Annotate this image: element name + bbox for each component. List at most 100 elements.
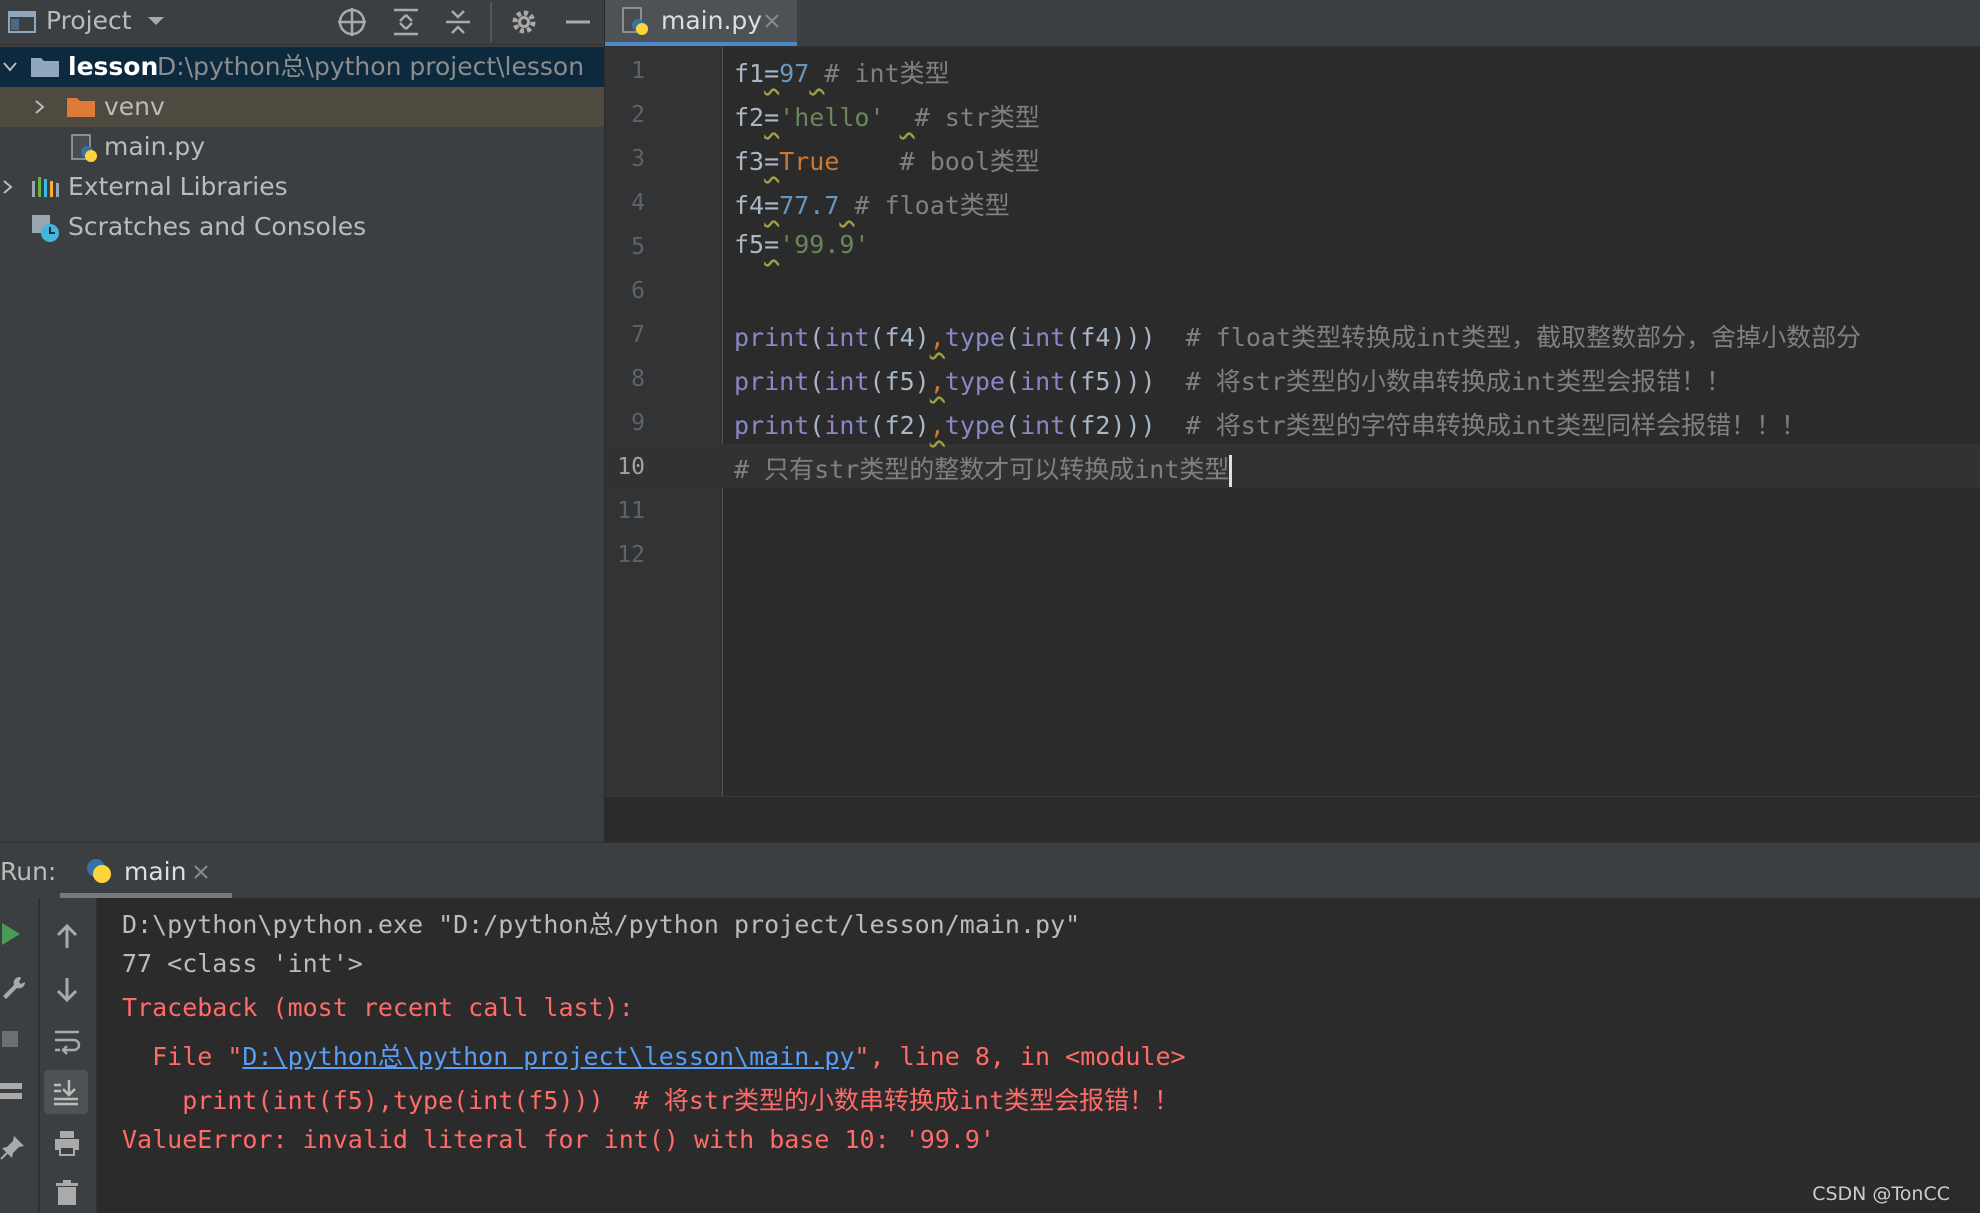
chevron-right-icon[interactable] — [0, 179, 16, 195]
code-comment: # float类型转换成int类型，截取整数部分，舍掉小数部分 — [1185, 323, 1862, 352]
trash-icon[interactable] — [52, 1178, 82, 1208]
code-builtin: int — [1020, 411, 1066, 440]
close-icon[interactable] — [192, 863, 210, 881]
tree-item-path: D:\python总\python project\lesson — [157, 52, 585, 81]
python-icon — [84, 856, 114, 886]
code-operator: = — [764, 147, 780, 176]
scroll-to-end-icon — [51, 1077, 81, 1107]
code-arg: f5 — [1080, 367, 1111, 396]
code-arg: f2 — [884, 411, 915, 440]
run-tab-label: main — [124, 857, 187, 886]
tree-item-lesson[interactable]: lesson D:\python总\python project\lesson — [0, 47, 604, 87]
toolbar-divider — [38, 898, 40, 1213]
text-caret — [1229, 455, 1233, 487]
code-builtin: type — [944, 367, 1005, 396]
line-numbers: 1 2 3 4 5 6 7 8 9 10 11 12 — [605, 47, 722, 796]
editor-tab-bar: main.py — [605, 0, 1980, 47]
tab-label: main.py — [661, 6, 763, 35]
code-keyword: True — [779, 147, 840, 176]
print-icon[interactable] — [52, 1128, 82, 1158]
code-line-8[interactable]: print(int(f5),type(int(f5))) # 将str类型的小数… — [734, 362, 1731, 398]
console-line-traceback: Traceback (most recent call last): — [122, 993, 634, 1022]
pin-icon[interactable] — [0, 1134, 26, 1162]
line-number: 5 — [631, 234, 645, 260]
line-number: 4 — [631, 190, 645, 216]
code-line-7[interactable]: print(int(f4),type(int(f4))) # float类型转换… — [734, 318, 1861, 354]
run-label: Run: — [0, 857, 57, 886]
code-line-10[interactable]: # 只有str类型的整数才可以转换成int类型 — [734, 450, 1233, 487]
line-number: 11 — [617, 498, 645, 524]
code-operator: = — [764, 191, 780, 220]
rerun-icon[interactable] — [0, 920, 24, 948]
chevron-down-icon[interactable] — [2, 59, 18, 75]
code-line-9[interactable]: print(int(f2),type(int(f2))) # 将str类型的字符… — [734, 406, 1806, 442]
line-number: 9 — [631, 410, 645, 436]
code-builtin: print — [734, 411, 810, 440]
wrench-icon[interactable] — [0, 974, 26, 1002]
code-variable: f3 — [734, 147, 765, 176]
code-line-2[interactable]: f2='hello' # str类型 — [734, 98, 1040, 134]
console-text: File " — [122, 1042, 243, 1071]
code-builtin: int — [1020, 323, 1066, 352]
chevron-right-icon[interactable] — [32, 99, 48, 115]
line-number: 6 — [631, 278, 645, 304]
code-line-3[interactable]: f3=True # bool类型 — [734, 142, 1040, 178]
code-line-1[interactable]: f1=97 # int类型 — [734, 54, 950, 90]
tab-main-py[interactable]: main.py — [605, 0, 797, 46]
line-number: 8 — [631, 366, 645, 392]
tree-item-label: Scratches and Consoles — [68, 212, 367, 241]
code-comment: # float类型 — [854, 191, 1010, 220]
code-variable: f4 — [734, 191, 765, 220]
console-line-file: File "D:\python总\python project\lesson\m… — [122, 1037, 1186, 1073]
code-comment: # 将str类型的字符串转换成int类型同样会报错！！！ — [1185, 411, 1807, 440]
code-builtin: int — [1020, 367, 1066, 396]
code-arg: f5 — [884, 367, 915, 396]
scroll-to-end-button[interactable] — [44, 1070, 88, 1114]
code-builtin: int — [824, 411, 870, 440]
code-line-5[interactable]: f5='99.9' — [734, 230, 869, 259]
python-file-icon — [70, 133, 98, 163]
code-variable: f1 — [734, 59, 765, 88]
tree-item-venv[interactable]: venv — [0, 87, 604, 127]
console-text: ", line 8, in <module> — [854, 1042, 1186, 1071]
library-icon — [30, 175, 60, 199]
line-number: 7 — [631, 322, 645, 348]
project-tree: lesson D:\python总\python project\lesson … — [0, 45, 604, 842]
code-line-4[interactable]: f4=77.7 # float类型 — [734, 186, 1010, 222]
arrow-down-icon[interactable] — [52, 974, 82, 1004]
run-tab-main[interactable]: main — [60, 843, 232, 899]
code-builtin: type — [944, 411, 1005, 440]
project-panel-title[interactable]: Project — [46, 6, 132, 35]
minimize-icon[interactable] — [562, 6, 594, 38]
toolbar-divider — [490, 2, 492, 42]
code-comment: # int类型 — [824, 59, 950, 88]
line-number: 3 — [631, 146, 645, 172]
line-number: 2 — [631, 102, 645, 128]
stop-icon[interactable] — [0, 1028, 22, 1050]
code-comment: # str类型 — [914, 103, 1040, 132]
expand-all-icon[interactable] — [390, 6, 422, 38]
tree-item-main-py[interactable]: main.py — [0, 127, 604, 167]
chevron-down-icon[interactable] — [146, 14, 166, 28]
scratches-icon — [30, 213, 62, 243]
tree-item-external-libraries[interactable]: External Libraries — [0, 167, 604, 207]
code-operator: = — [764, 59, 780, 88]
run-panel-header: Run: main — [0, 842, 1980, 899]
console-file-link[interactable]: D:\python总\python project\lesson\main.py — [242, 1042, 854, 1071]
code-builtin: type — [944, 323, 1005, 352]
layout-icon[interactable] — [0, 1080, 26, 1104]
tree-item-scratches[interactable]: Scratches and Consoles — [0, 207, 604, 247]
close-icon[interactable] — [763, 12, 781, 30]
code-string: 'hello' — [779, 103, 885, 132]
folder-icon — [30, 55, 60, 79]
gear-icon[interactable] — [508, 6, 540, 38]
collapse-all-icon[interactable] — [442, 6, 474, 38]
locate-icon[interactable] — [336, 6, 368, 38]
code-arg: f4 — [884, 323, 915, 352]
console-line-output: 77 <class 'int'> — [122, 949, 363, 978]
tree-item-label: lesson — [68, 52, 159, 81]
arrow-up-icon[interactable] — [52, 922, 82, 952]
code-arg: f2 — [1080, 411, 1111, 440]
soft-wrap-icon[interactable] — [52, 1026, 82, 1056]
code-variable: f5 — [734, 230, 765, 259]
